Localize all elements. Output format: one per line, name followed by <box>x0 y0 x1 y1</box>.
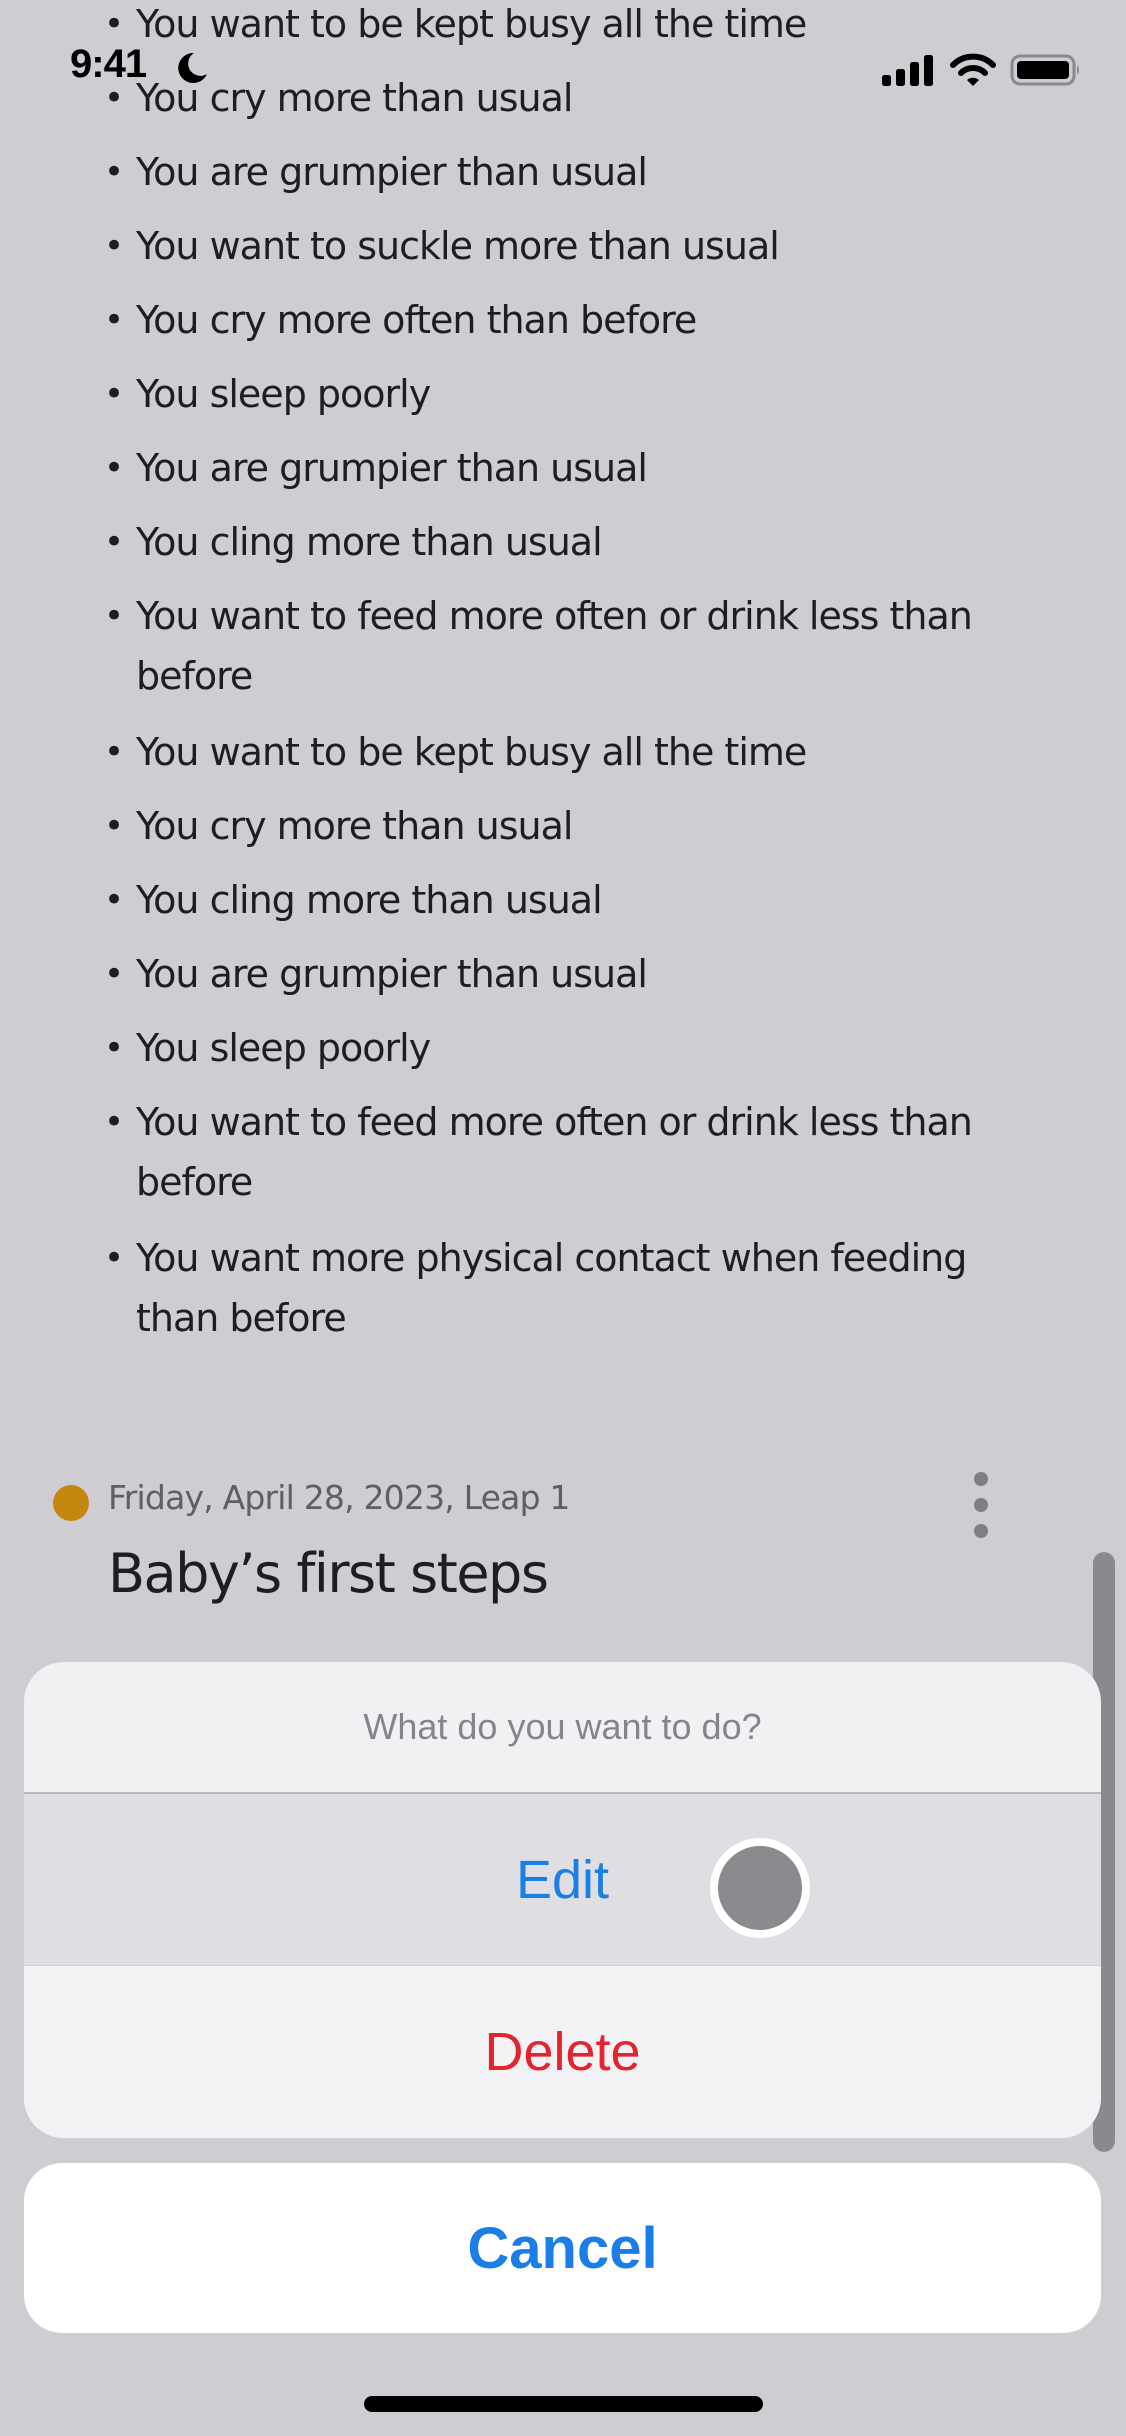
symptom-text: You cling more than usual <box>136 520 603 564</box>
symptom-list-item: • You want to be kept busy all the time <box>104 0 984 54</box>
symptom-list-item: • You want to suckle more than usual <box>104 216 984 276</box>
symptom-list-item: • You cry more than usual <box>104 796 984 856</box>
symptom-list-item: • You sleep poorly <box>104 1018 984 1078</box>
symptom-text: You want to be kept busy all the time <box>136 730 807 774</box>
symptom-text: You sleep poorly <box>136 1026 431 1070</box>
touch-indicator <box>710 1838 810 1938</box>
action-sheet: What do you want to do? Edit Delete <box>24 1662 1101 2138</box>
symptom-text: You cry more than usual <box>136 76 573 120</box>
symptom-list-item: • You sleep poorly <box>104 364 984 424</box>
bullet-dot: • <box>104 880 124 920</box>
symptom-list-item: • You want more physical contact when fee… <box>104 1228 984 1348</box>
bullet-dot: • <box>104 596 124 636</box>
bullet-dot: • <box>104 806 124 846</box>
bullet-dot: • <box>104 1102 124 1142</box>
symptom-list-item: • You are grumpier than usual <box>104 142 984 202</box>
symptom-text: You cling more than usual <box>136 878 603 922</box>
battery-icon <box>1010 54 1079 86</box>
symptom-list-item: • You are grumpier than usual <box>104 438 984 498</box>
delete-button[interactable]: Delete <box>24 1966 1101 2138</box>
symptom-list-item: • You want to feed more often or drink le… <box>104 586 984 706</box>
symptom-list-item: • You cling more than usual <box>104 870 984 930</box>
symptom-text: You want to feed more often or drink les… <box>136 594 973 698</box>
bullet-dot: • <box>104 1028 124 1068</box>
moon-icon <box>178 52 207 83</box>
symptom-list-item: • You cry more often than before <box>104 290 984 350</box>
symptom-text: You want more physical contact when feed… <box>136 1236 967 1340</box>
symptom-text: You want to suckle more than usual <box>136 224 780 268</box>
bullet-dot: • <box>104 448 124 488</box>
entry-date-meta: Friday, April 28, 2023, Leap 1 <box>108 1478 570 1517</box>
entry-title: Baby’s first steps <box>108 1542 549 1605</box>
symptom-text: You are grumpier than usual <box>136 446 648 490</box>
bullet-dot: • <box>104 732 124 772</box>
bullet-dot: • <box>104 954 124 994</box>
wifi-icon <box>950 53 996 86</box>
bullet-dot: • <box>104 152 124 192</box>
symptom-list-item: • You want to be kept busy all the time <box>104 722 984 782</box>
bullet-dot: • <box>104 522 124 562</box>
symptom-text: You want to be kept busy all the time <box>136 2 807 46</box>
bullet-dot: • <box>104 226 124 266</box>
symptom-text: You cry more than usual <box>136 804 573 848</box>
bullet-dot: • <box>104 374 124 414</box>
action-sheet-title: What do you want to do? <box>24 1662 1101 1794</box>
leap-color-dot <box>53 1485 89 1521</box>
bullet-dot: • <box>104 1238 124 1278</box>
symptom-list-item: • You want to feed more often or drink le… <box>104 1092 984 1212</box>
symptom-text: You are grumpier than usual <box>136 952 648 996</box>
symptom-list-item: • You are grumpier than usual <box>104 944 984 1004</box>
symptom-text: You are grumpier than usual <box>136 150 648 194</box>
edit-button[interactable]: Edit <box>24 1794 1101 1966</box>
cellular-signal-icon <box>882 55 933 86</box>
status-time: 9:41 <box>70 42 147 86</box>
status-icons <box>880 50 1082 90</box>
symptom-text: You cry more often than before <box>136 298 697 342</box>
symptom-list-item: • You cry more than usual <box>104 68 984 128</box>
symptom-list-item: • You cling more than usual <box>104 512 984 572</box>
symptom-text: You sleep poorly <box>136 372 431 416</box>
bullet-dot: • <box>104 300 124 340</box>
more-vertical-icon[interactable] <box>966 1470 996 1540</box>
symptom-text: You want to feed more often or drink les… <box>136 1100 973 1204</box>
cancel-button[interactable]: Cancel <box>24 2163 1101 2333</box>
home-indicator[interactable] <box>364 2396 763 2412</box>
